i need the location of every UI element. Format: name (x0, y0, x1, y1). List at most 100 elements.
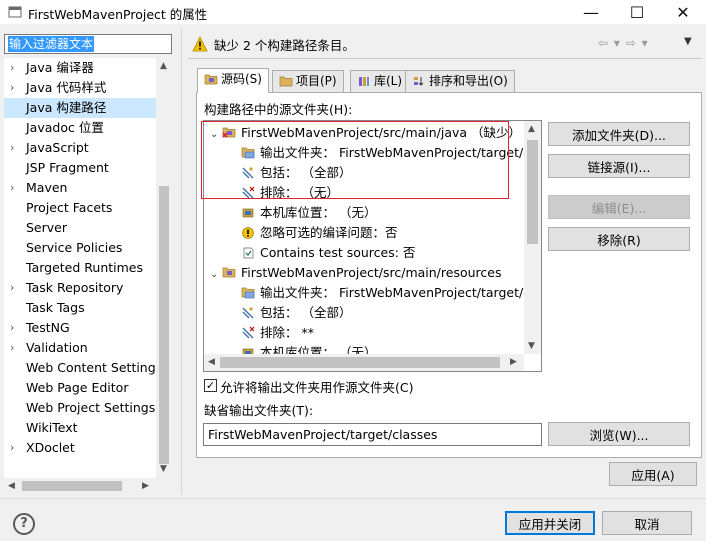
tab-source-label: 源码(S) (221, 72, 262, 86)
warning-icon (192, 36, 208, 52)
scroll-down-icon[interactable]: ▼ (160, 464, 167, 474)
source-tree-vertical-scroll-thumb[interactable] (527, 140, 538, 244)
tree-node-label: FirstWebMavenProject/src/main/resources (241, 265, 502, 280)
source-attribute-row[interactable]: 包括： （全部） (241, 303, 351, 323)
test-sources-icon (243, 247, 254, 259)
status-message: 缺少 2 个构建路径条目。 (214, 38, 355, 53)
library-icon (359, 77, 369, 86)
nav-item[interactable]: › TestNG (4, 318, 159, 338)
pane-divider[interactable] (181, 28, 182, 494)
nav-item[interactable]: › Maven (4, 178, 159, 198)
nav-item-label: Maven (26, 180, 68, 195)
help-icon[interactable]: ? (13, 513, 35, 535)
exclusion-filter-icon (242, 326, 255, 339)
scroll-left-icon[interactable]: ◀ (208, 357, 215, 367)
tab-libraries[interactable]: 库(L) (350, 70, 410, 92)
link-source-button[interactable]: 链接源(I)... (548, 154, 690, 178)
header-separator (188, 58, 702, 59)
nav-item[interactable]: › XDoclet (4, 438, 159, 458)
expand-arrow-icon[interactable]: › (10, 438, 20, 458)
nav-item-label: TestNG (26, 320, 70, 335)
browse-button[interactable]: 浏览(W)... (548, 422, 690, 446)
minimize-button[interactable]: — (568, 0, 614, 24)
tab-order-export[interactable]: 排序和导出(O) (405, 70, 515, 92)
expand-arrow-icon[interactable]: › (10, 78, 20, 98)
nav-item[interactable]: WikiText (4, 418, 159, 438)
nav-item-label: Java 编译器 (26, 60, 94, 75)
expand-arrow-icon[interactable]: › (10, 178, 20, 198)
remove-button[interactable]: 移除(R) (548, 227, 690, 251)
tab-projects-label: 项目(P) (296, 74, 337, 88)
nav-item[interactable]: › Java 代码样式 (4, 78, 159, 98)
nav-item[interactable]: Targeted Runtimes (4, 258, 159, 278)
source-tree-horizontal-scroll-thumb[interactable] (220, 357, 500, 368)
cancel-button[interactable]: 取消 (602, 511, 692, 535)
close-button[interactable]: ✕ (660, 0, 706, 24)
scroll-down-icon[interactable]: ▼ (528, 341, 535, 351)
nav-item-label: JSP Fragment (26, 160, 109, 175)
apply-and-close-button[interactable]: 应用并关闭 (505, 511, 595, 535)
nav-item[interactable]: › Java 编译器 (4, 58, 159, 78)
scroll-left-icon[interactable]: ◀ (8, 481, 15, 491)
nav-item[interactable]: Web Project Settings (4, 398, 159, 418)
nav-horizontal-scroll-thumb[interactable] (22, 481, 122, 491)
scroll-up-icon[interactable]: ▲ (160, 61, 167, 71)
property-page-tree[interactable]: › Java 编译器 › Java 代码样式 Java 构建路径 Javadoc 位置 › J… (4, 58, 159, 478)
expand-arrow-icon[interactable]: › (10, 138, 20, 158)
eclipse-app-icon (8, 6, 22, 18)
tab-projects[interactable]: 项目(P) (272, 70, 344, 92)
source-attribute-row[interactable]: 本机库位置： （无） (241, 203, 376, 223)
nav-item[interactable]: Java 构建路径 (4, 98, 159, 118)
nav-item-label: WikiText (26, 420, 78, 435)
native-library-icon (242, 208, 254, 218)
scroll-up-icon[interactable]: ▲ (528, 124, 535, 134)
view-menu-icon[interactable]: ▼ (684, 36, 692, 47)
nav-item-label: JavaScript (26, 140, 89, 155)
add-folder-button[interactable]: 添加文件夹(D)... (548, 122, 690, 146)
nav-item[interactable]: Project Facets (4, 198, 159, 218)
nav-item[interactable]: Web Content Settings (4, 358, 159, 378)
apply-button[interactable]: 应用(A) (609, 462, 697, 486)
source-attribute-row[interactable]: 输出文件夹： FirstWebMavenProject/target/class… (241, 283, 541, 303)
nav-item[interactable]: Web Page Editor (4, 378, 159, 398)
source-attribute-row[interactable]: 忽略可选的编译问题：否 (241, 223, 398, 243)
expand-arrow-icon[interactable]: › (10, 278, 20, 298)
nav-item[interactable]: › Task Repository (4, 278, 159, 298)
output-folder-icon (241, 287, 255, 299)
nav-item[interactable]: › Validation (4, 338, 159, 358)
inclusion-filter-icon (242, 307, 254, 319)
nav-item[interactable]: Server (4, 218, 159, 238)
filter-input[interactable]: 输入过滤器文本 (4, 34, 172, 54)
nav-item[interactable]: JSP Fragment (4, 158, 159, 178)
nav-vertical-scroll-thumb[interactable] (159, 186, 169, 464)
expand-arrow-icon[interactable]: › (10, 58, 20, 78)
scroll-right-icon[interactable]: ▶ (142, 481, 149, 491)
edit-button[interactable]: 编辑(E)... (548, 195, 690, 219)
nav-item-label: Java 构建路径 (26, 100, 107, 115)
nav-item[interactable]: Task Tags (4, 298, 159, 318)
scroll-right-icon[interactable]: ▶ (510, 357, 517, 367)
expand-arrow-icon[interactable]: › (10, 318, 20, 338)
highlight-box (201, 121, 509, 199)
nav-item[interactable]: Javadoc 位置 (4, 118, 159, 138)
nav-item-label: Java 代码样式 (26, 80, 107, 95)
nav-item[interactable]: Service Policies (4, 238, 159, 258)
default-output-field[interactable]: FirstWebMavenProject/target/classes (203, 423, 542, 446)
tab-order-export-label: 排序和导出(O) (429, 74, 508, 88)
source-folder-icon (222, 267, 236, 278)
nav-item-label: Project Facets (26, 200, 113, 215)
ignore-problems-icon (242, 227, 254, 239)
nav-item[interactable]: › JavaScript (4, 138, 159, 158)
tab-source[interactable]: 源码(S) (197, 68, 269, 93)
nav-item-label: Web Page Editor (26, 380, 129, 395)
source-attribute-row[interactable]: Contains test sources: 否 (241, 243, 415, 263)
allow-output-checkbox[interactable]: ✓ (204, 379, 217, 392)
expand-arrow-icon[interactable]: › (10, 338, 20, 358)
maximize-button[interactable]: ☐ (614, 0, 660, 24)
source-folder-icon (204, 74, 218, 85)
back-forward-nav-icons[interactable]: ⇦ ▾ ⇨ ▾ (598, 36, 649, 50)
source-folder-row[interactable]: ⌄ FirstWebMavenProject/src/main/resources (210, 263, 501, 283)
nav-item-label: Server (26, 220, 67, 235)
source-attribute-row[interactable]: 排除： ** (241, 323, 314, 343)
collapse-chevron-icon[interactable]: ⌄ (210, 265, 222, 285)
